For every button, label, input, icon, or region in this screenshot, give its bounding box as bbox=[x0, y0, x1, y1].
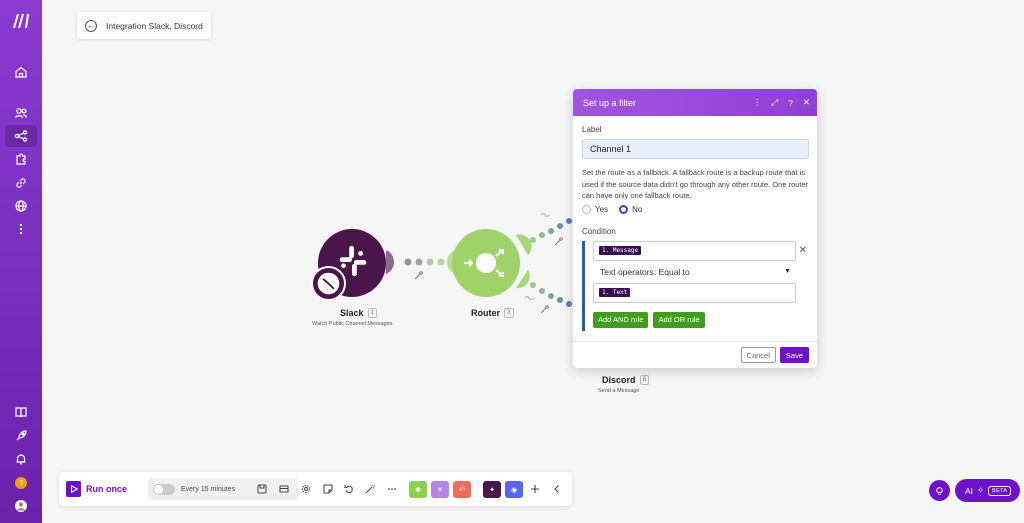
filter-squiggle-icon bbox=[524, 213, 550, 300]
text-token[interactable]: 1. Text bbox=[599, 288, 631, 297]
router-module-label: Router 3 bbox=[471, 308, 514, 318]
schedule-interval[interactable]: Every 15 minutes bbox=[181, 486, 235, 493]
condition-left-operand-input[interactable]: 1. Message bbox=[593, 240, 796, 261]
slack-app-icon[interactable]: ✦ bbox=[483, 481, 501, 498]
discord-app-icon[interactable]: ◉ bbox=[505, 481, 523, 498]
bottom-toolbar: Run once Every 15 minutes ✱ ✕ ‹/› ✦ ◉ bbox=[59, 472, 572, 506]
dialog-header: Set up a filter ⋮ ⤢ ? ✕ bbox=[573, 89, 817, 116]
cancel-button[interactable]: Cancel bbox=[740, 347, 776, 363]
save-disk-icon[interactable] bbox=[256, 483, 268, 495]
condition-caption: Condition bbox=[582, 226, 616, 236]
scenario-settings-icon[interactable] bbox=[278, 483, 290, 495]
undo-icon[interactable] bbox=[343, 483, 355, 495]
message-token[interactable]: 1. Message bbox=[599, 246, 642, 255]
more-horizontal-icon[interactable] bbox=[386, 483, 398, 495]
run-once-button[interactable]: Run once bbox=[66, 481, 127, 497]
add-and-rule-button[interactable]: Add AND rule bbox=[593, 311, 649, 328]
scheduling-toggle[interactable] bbox=[153, 483, 175, 495]
router-module[interactable] bbox=[452, 229, 520, 297]
add-module-plus-icon[interactable] bbox=[529, 483, 541, 495]
schedule-toggle-group[interactable]: Every 15 minutes bbox=[148, 478, 298, 500]
slack-module-subtitle: Watch Public Channel Messages bbox=[312, 321, 393, 327]
text-parser-icon[interactable]: ‹/› bbox=[453, 481, 471, 498]
fallback-no-radio[interactable]: No bbox=[619, 204, 642, 214]
tools-icon[interactable]: ✱ bbox=[409, 481, 427, 498]
label-input[interactable]: Channel 1 bbox=[582, 139, 809, 159]
sparkle-icon: ✧ bbox=[977, 485, 985, 495]
slack-module-number: 1 bbox=[367, 308, 378, 318]
router-module-number: 3 bbox=[504, 308, 514, 318]
operator-select[interactable]: Text operators: Equal to ▼ bbox=[593, 263, 796, 281]
flow-control-icon[interactable]: ✕ bbox=[431, 481, 449, 498]
gear-icon[interactable] bbox=[300, 483, 312, 495]
radio-yes-circle[interactable] bbox=[582, 204, 591, 214]
ai-assistant-button[interactable]: AI ✧ BETA bbox=[955, 479, 1020, 502]
radio-no-circle[interactable] bbox=[619, 204, 629, 214]
fallback-help-text: Set the route as a fallback. A fallback … bbox=[582, 168, 809, 200]
remove-condition-icon[interactable]: ✕ bbox=[799, 245, 807, 256]
discord-module-subtitle: Send a Message bbox=[598, 388, 640, 394]
slack-module-label: Slack 1 bbox=[340, 308, 378, 318]
router-icon bbox=[464, 249, 504, 277]
magic-wand-icon[interactable] bbox=[364, 483, 376, 495]
lightbulb-icon[interactable] bbox=[929, 480, 950, 501]
notes-icon[interactable] bbox=[322, 483, 334, 495]
discord-module-number: 6 bbox=[639, 375, 650, 385]
save-button[interactable]: Save bbox=[779, 347, 809, 363]
schedule-clock-icon[interactable] bbox=[311, 266, 346, 301]
caret-down-icon: ▼ bbox=[784, 268, 791, 275]
help-icon[interactable]: ? bbox=[788, 98, 793, 108]
collapse-chevron-left-icon[interactable] bbox=[551, 483, 563, 495]
condition-group: 1. Message Text operators: Equal to ▼ 1.… bbox=[582, 240, 808, 331]
label-caption: Label bbox=[582, 125, 602, 134]
filter-setup-dialog: Set up a filter ⋮ ⤢ ? ✕ Label Channel 1 … bbox=[573, 89, 817, 368]
add-or-rule-button[interactable]: Add OR rule bbox=[653, 311, 705, 328]
discord-module-label: Discord 6 bbox=[602, 375, 650, 385]
expand-icon[interactable]: ⤢ bbox=[771, 97, 778, 108]
dialog-footer: Cancel Save bbox=[573, 341, 817, 368]
beta-badge: BETA bbox=[988, 485, 1012, 496]
condition-right-operand-input[interactable]: 1. Text bbox=[593, 282, 796, 303]
play-icon bbox=[66, 481, 81, 497]
more-vertical-icon[interactable]: ⋮ bbox=[753, 97, 762, 108]
close-icon[interactable]: ✕ bbox=[803, 97, 810, 108]
dialog-title: Set up a filter bbox=[583, 97, 637, 108]
fallback-yes-radio[interactable]: Yes bbox=[582, 204, 608, 214]
fallback-radio-group: Yes No bbox=[582, 204, 808, 214]
